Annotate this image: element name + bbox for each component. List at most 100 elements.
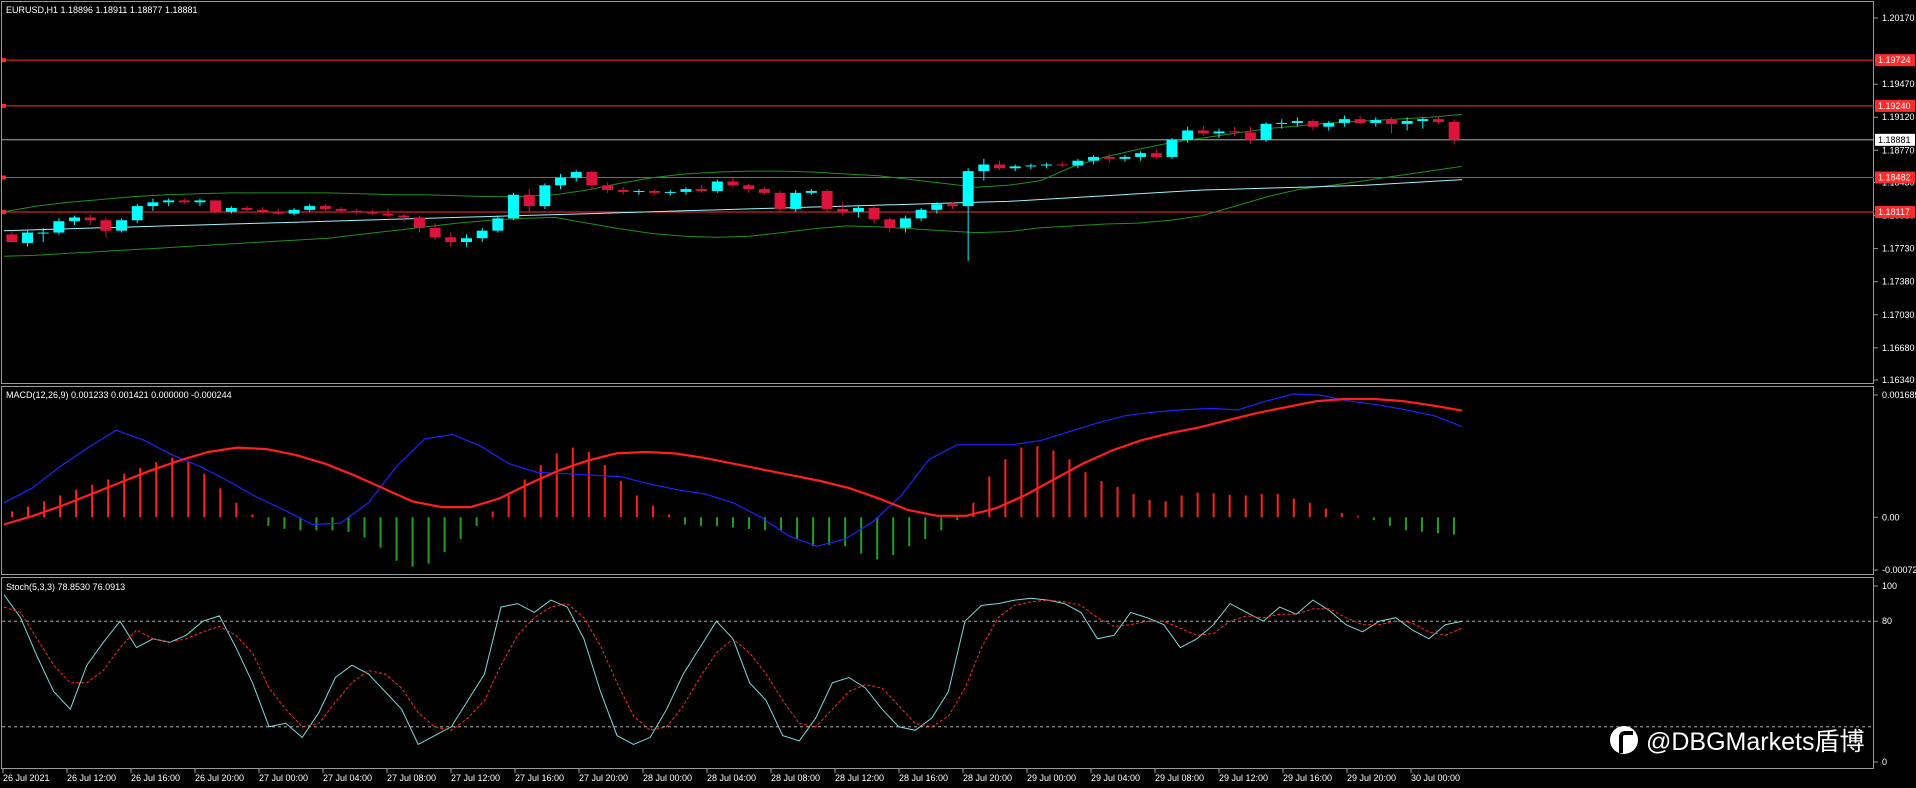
macd-signal-line — [3, 397, 1463, 526]
candle-body — [758, 189, 770, 193]
trading-chart: 1.201701.194701.191201.187701.184301.180… — [1, 1, 1916, 783]
time-tick-label: 28 Jul 16:00 — [899, 773, 948, 783]
candle-body — [1370, 120, 1382, 123]
macd-pane[interactable] — [1, 386, 1874, 575]
candle-body — [1229, 131, 1241, 133]
candle-body — [743, 185, 755, 190]
candle-body — [790, 192, 802, 209]
time-tick-label: 26 Jul 16:00 — [131, 773, 180, 783]
time-tick-label: 29 Jul 12:00 — [1219, 773, 1268, 783]
time-tick-label: 27 Jul 04:00 — [323, 773, 372, 783]
candle-body — [868, 207, 880, 220]
time-tick-label: 29 Jul 08:00 — [1155, 773, 1204, 783]
candle-body — [978, 164, 990, 172]
candle-body — [1025, 165, 1037, 167]
candle-body — [1260, 123, 1272, 140]
candle-body — [194, 200, 206, 203]
candle-body — [69, 217, 81, 222]
candle-body — [6, 234, 18, 243]
time-tick-label: 28 Jul 12:00 — [835, 773, 884, 783]
candle-body — [1417, 119, 1429, 122]
current-price-label: 1.18881 — [1878, 135, 1911, 145]
candle-body — [445, 237, 457, 243]
stoch-tick-label: 0 — [1882, 757, 1887, 767]
level-marker — [2, 175, 6, 180]
time-tick-label: 26 Jul 12:00 — [67, 773, 116, 783]
stoch-header: Stoch(5,3,3) 78.8530 76.0913 — [6, 582, 125, 592]
stoch-signal-line — [3, 599, 1463, 731]
candle-body — [398, 215, 410, 218]
macd-tick-label: 0.00 — [1882, 512, 1900, 522]
candle-body — [915, 209, 927, 219]
candle-body — [664, 191, 676, 193]
candle-body — [1119, 156, 1131, 159]
candle-body — [319, 206, 331, 209]
candle-body — [994, 164, 1006, 169]
candle-body — [1244, 132, 1256, 140]
candle-body — [774, 192, 786, 209]
time-tick-label: 27 Jul 08:00 — [387, 773, 436, 783]
price-tick-label: 1.17380 — [1882, 277, 1915, 287]
candle-body — [476, 230, 488, 239]
candle-body — [555, 177, 567, 186]
candle-body — [366, 211, 378, 214]
time-tick-label: 27 Jul 00:00 — [259, 773, 308, 783]
stoch-pane[interactable] — [1, 577, 1874, 769]
candle-body — [1088, 156, 1100, 161]
price-tick-label: 1.20170 — [1882, 13, 1915, 23]
candle-body — [1056, 164, 1068, 166]
time-axis: 26 Jul 2021 26 Jul 12:00 26 Jul 16:00 26 Ju… — [2, 769, 1460, 783]
candle-body — [1135, 153, 1147, 157]
candle-body — [931, 204, 943, 210]
level-price-label: 1.18117 — [1878, 207, 1910, 217]
level-price-label: 1.19724 — [1878, 55, 1911, 65]
candle-body — [946, 204, 958, 207]
time-tick-label: 30 Jul 00:00 — [1411, 773, 1460, 783]
candle-body — [523, 194, 535, 207]
candle-body — [602, 185, 614, 191]
time-tick-label: 28 Jul 04:00 — [707, 773, 756, 783]
candle-body — [22, 232, 34, 243]
stoch-tick-label: 80 — [1882, 616, 1892, 626]
price-axis: 1.201701.194701.191201.187701.184301.180… — [1874, 13, 1916, 767]
price-tick-label: 1.19120 — [1882, 112, 1915, 122]
candle-body — [711, 181, 723, 191]
price-tick-label: 1.17030 — [1882, 310, 1915, 320]
candle-body — [899, 218, 911, 228]
candle-body — [586, 172, 598, 186]
candle-body — [1338, 119, 1350, 123]
candle-body — [1197, 130, 1209, 134]
level-price-label: 1.18482 — [1878, 173, 1911, 183]
candle-body — [539, 185, 551, 207]
level-marker — [2, 58, 6, 63]
candle-body — [962, 171, 974, 207]
candle-body — [304, 206, 316, 210]
time-tick-label: 26 Jul 20:00 — [195, 773, 244, 783]
candle-body — [1041, 164, 1053, 166]
candle-body — [210, 200, 222, 212]
candle-body — [53, 221, 65, 233]
moving-average-line — [3, 179, 1463, 232]
candle-body — [1150, 153, 1162, 157]
watermark-text: @DBGMarkets盾博 — [1646, 728, 1865, 756]
candle-body — [1166, 139, 1178, 157]
candle-body — [696, 189, 708, 191]
time-tick-label: 28 Jul 00:00 — [643, 773, 692, 783]
candle-body — [805, 190, 817, 193]
candle-body — [649, 190, 661, 193]
stoch-tick-label: 100 — [1882, 581, 1897, 591]
candle-body — [382, 213, 394, 216]
candle-body — [1291, 121, 1303, 123]
candle-body — [727, 181, 739, 186]
time-tick-label: 27 Jul 16:00 — [515, 773, 564, 783]
candle-body — [257, 209, 269, 212]
bollinger-upper-line — [3, 113, 1463, 213]
time-tick-label: 27 Jul 12:00 — [451, 773, 500, 783]
macd-tick-label: 0.001685 — [1882, 390, 1916, 400]
candle-body — [84, 217, 96, 221]
symbol-header: EURUSD,H1 1.18896 1.18911 1.18877 1.1888… — [6, 5, 197, 15]
candle-body — [1432, 119, 1444, 122]
weibo-logo-icon — [1610, 726, 1638, 754]
price-tick-label: 1.16680 — [1882, 343, 1915, 353]
candle-body — [335, 208, 347, 211]
